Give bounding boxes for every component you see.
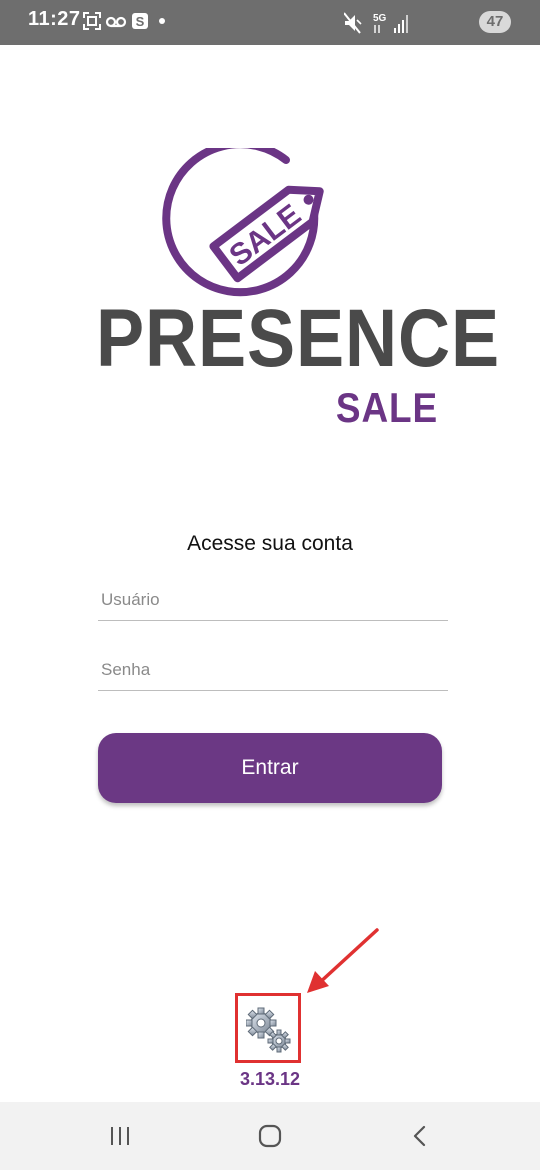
mute-icon <box>344 12 362 34</box>
voicemail-icon <box>105 16 127 28</box>
screenshot-icon <box>83 12 101 30</box>
gears-icon[interactable] <box>245 1006 292 1054</box>
login-button[interactable]: Entrar <box>98 733 442 803</box>
svg-text:5G: 5G <box>373 13 387 24</box>
username-input[interactable] <box>98 580 448 621</box>
logo-subtitle: SALE <box>335 384 438 431</box>
login-title: Acesse sua conta <box>187 532 353 555</box>
presence-sale-logo: SALE PRESENCE SALE <box>96 148 501 431</box>
back-icon[interactable] <box>400 1118 440 1154</box>
status-left-icons: S <box>83 12 165 30</box>
price-tag-logo-graphic: SALE <box>162 148 324 297</box>
app-version: 3.13.12 <box>239 1069 301 1089</box>
logo-wordmark: PRESENCE <box>96 293 501 384</box>
s-app-icon: S <box>132 13 148 29</box>
system-nav-bar <box>0 1102 540 1170</box>
recent-apps-icon[interactable] <box>100 1118 140 1154</box>
status-right-icons: 5G <box>344 12 408 34</box>
status-time: 11:27 <box>28 8 81 30</box>
notification-dot-icon <box>159 18 165 24</box>
svg-text:S: S <box>136 14 145 29</box>
home-icon[interactable] <box>250 1118 290 1154</box>
password-input[interactable] <box>98 650 448 691</box>
battery-icon: 47 <box>479 11 511 33</box>
status-bar: 11:27 S 5G 47 <box>0 0 540 45</box>
signal-icon <box>394 15 408 33</box>
annotation-arrow-icon <box>307 928 379 993</box>
5g-icon: 5G <box>373 13 387 33</box>
